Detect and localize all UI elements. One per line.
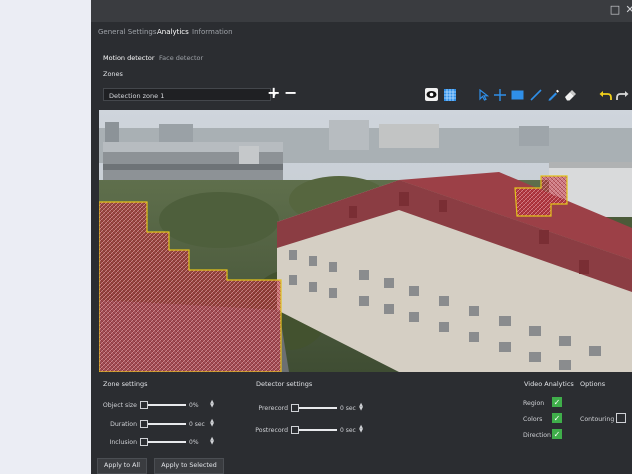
eye-icon[interactable] [425,88,438,101]
tab-motion-detector[interactable]: Motion detector [103,54,155,62]
apply-to-selected-button[interactable]: Apply to Selected [154,458,224,474]
camera-view[interactable] [99,110,632,372]
postrecord-slider[interactable] [291,426,337,434]
apply-to-all-button[interactable]: Apply to All [97,458,147,474]
redo-icon[interactable] [616,88,629,101]
zone-select-value: Detection zone 1 [109,92,165,100]
add-zone-button[interactable]: + [267,85,281,101]
line-icon[interactable] [529,88,542,101]
zone-select[interactable]: Detection zone 1 ▾ [103,88,276,101]
duration-slider[interactable] [140,420,186,428]
direction-checkbox[interactable]: ✓ [552,429,562,439]
region-checkbox[interactable]: ✓ [552,397,562,407]
duration-value: 0 sec [189,421,205,428]
settings-window: □ ✕ General Settings Analytics Informati… [91,0,632,474]
video-analytics-title: Video Analytics [524,380,574,388]
object-size-slider[interactable] [140,401,186,409]
eraser-icon[interactable] [563,88,576,101]
crosshair-icon[interactable] [493,88,506,101]
duration-label: Duration [110,421,137,428]
prerecord-value: 0 sec [340,405,356,412]
zones-label: Zones [103,70,123,78]
inclusion-value: 0% [189,439,199,446]
desktop-background [0,0,91,474]
zone-settings-title: Zone settings [103,380,148,388]
grid-icon[interactable] [443,88,456,101]
prerecord-spinner[interactable]: ▲ ▼ [358,403,364,412]
postrecord-value: 0 sec [340,427,356,434]
object-size-value: 0% [189,402,199,409]
close-button[interactable]: ✕ [624,4,632,16]
prerecord-slider[interactable] [291,404,337,412]
duration-spinner[interactable]: ▲ ▼ [209,419,215,428]
maximize-button[interactable]: □ [609,4,621,16]
remove-zone-button[interactable]: − [284,85,297,101]
postrecord-spinner[interactable]: ▲ ▼ [358,425,364,434]
undo-icon[interactable] [599,88,612,101]
colors-checkbox[interactable]: ✓ [552,413,562,423]
pencil-icon[interactable] [546,88,559,101]
contouring-checkbox[interactable] [616,413,626,423]
tab-general-settings[interactable]: General Settings [98,28,157,36]
inclusion-slider[interactable] [140,438,186,446]
pointer-icon[interactable] [477,88,490,101]
options-title: Options [580,380,606,388]
prerecord-label: Prerecord [258,405,288,412]
main-tabs: General Settings Analytics Information [91,22,632,42]
object-size-label: Object size [102,402,137,409]
postrecord-label: Postrecord [255,427,288,434]
direction-label: Direction [523,432,551,439]
colors-label: Colors [523,416,543,423]
title-bar: □ ✕ [91,0,632,22]
object-size-spinner[interactable]: ▲ ▼ [209,400,215,409]
region-label: Region [523,400,545,407]
inclusion-label: Inclusion [109,439,137,446]
detector-settings-title: Detector settings [256,380,313,388]
contouring-label: Contouring [580,416,615,423]
rectangle-icon[interactable] [511,88,524,101]
tab-information[interactable]: Information [192,28,233,36]
inclusion-spinner[interactable]: ▲ ▼ [209,437,215,446]
tab-analytics[interactable]: Analytics [157,28,189,36]
detector-tabs: Motion detector Face detector [91,50,632,66]
tab-face-detector[interactable]: Face detector [159,54,203,62]
